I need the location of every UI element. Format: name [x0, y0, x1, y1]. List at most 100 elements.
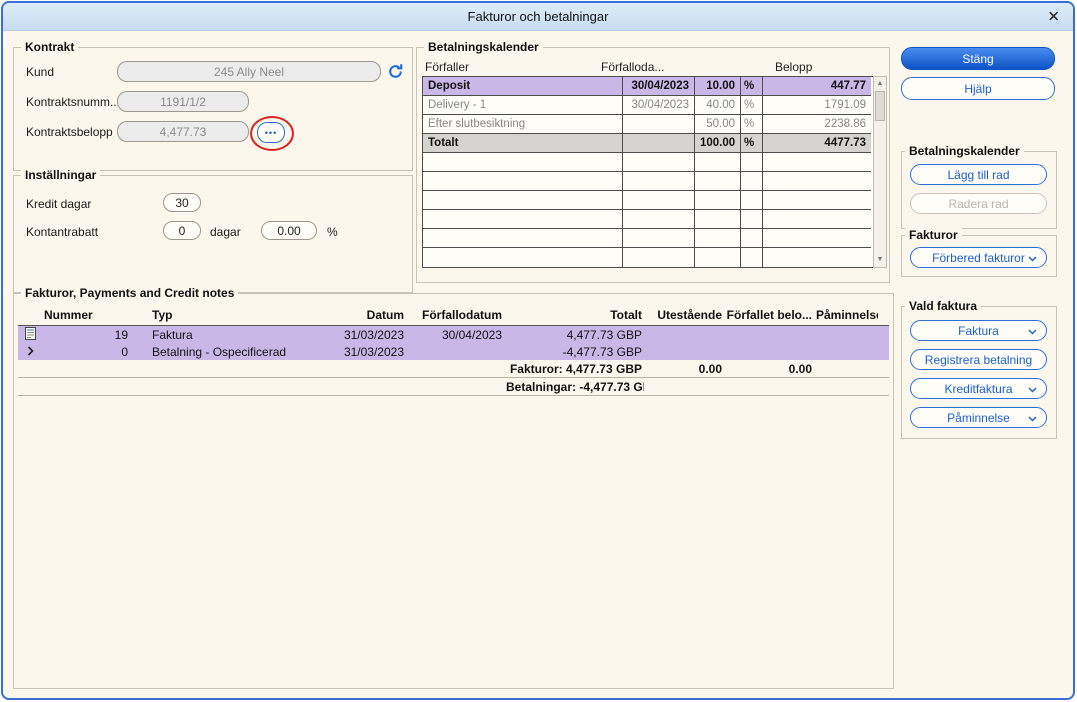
scrollbar-thumb[interactable] [875, 91, 885, 121]
sidebar-fakturor-legend: Fakturor [905, 228, 962, 242]
dagar-label: dagar [210, 225, 241, 239]
radera-rad-label: Radera rad [948, 196, 1009, 211]
chevron-down-icon [1028, 256, 1037, 262]
cell-empty [423, 191, 623, 210]
cell-unit: % [741, 77, 763, 96]
cell-empty [623, 229, 695, 248]
col-header-datum: Datum [366, 308, 404, 322]
radera-rad-button[interactable]: Radera rad [910, 193, 1047, 214]
table-row-empty[interactable] [423, 210, 873, 229]
col-header-nummer: Nummer [44, 308, 93, 322]
stang-label: Stäng [962, 51, 994, 66]
cell-typ: Betalning - Ospecificerad [152, 344, 287, 359]
cell-date [623, 134, 695, 153]
kreditfaktura-button[interactable]: Kreditfaktura [910, 378, 1047, 399]
cell-empty [741, 229, 763, 248]
cell-empty [763, 172, 871, 191]
kredit-dagar-label: Kredit dagar [26, 197, 92, 211]
cell-unit: % [741, 134, 763, 153]
expand-chevron-icon[interactable] [18, 345, 42, 359]
scroll-down-icon[interactable]: ▼ [874, 254, 886, 266]
table-row[interactable]: Efter slutbesiktning 50.00 % 2238.86 [423, 115, 873, 134]
lagg-till-rad-button[interactable]: Lägg till rad [910, 164, 1047, 185]
payment-schedule-table: Deposit 30/04/2023 10.00 % 447.77 Delive… [422, 76, 874, 268]
faktura-button[interactable]: Faktura [910, 320, 1047, 341]
kontantrabatt-procent-field[interactable] [261, 221, 317, 240]
faktura-label: Faktura [958, 323, 999, 338]
kontrakt-group: Kontrakt Kund Kontraktsnumm... Kontrakts… [13, 40, 413, 171]
lagg-till-rad-label: Lägg till rad [947, 167, 1010, 182]
payment-row[interactable]: 0 Betalning - Ospecificerad 31/03/2023 -… [18, 343, 889, 360]
cell-name: Totalt [423, 134, 623, 153]
paminnelse-button[interactable]: Påminnelse [910, 407, 1047, 428]
table-row-empty[interactable] [423, 153, 873, 172]
chevron-down-icon [1028, 387, 1037, 393]
refresh-icon[interactable] [387, 63, 404, 80]
cell-percent: 50.00 [695, 115, 741, 134]
registrera-betalning-label: Registrera betalning [924, 352, 1033, 367]
kontantrabatt-label: Kontantrabatt [26, 225, 99, 239]
forbered-fakturor-button[interactable]: Förbered fakturor [910, 247, 1047, 268]
cell-empty [763, 229, 871, 248]
col-icon-spacer [18, 308, 42, 322]
cell-name: Deposit [423, 77, 623, 96]
cell-percent: 40.00 [695, 96, 741, 115]
col-header-utestaende: Utestående [657, 308, 722, 322]
summary-forfallet: 0.00 [788, 361, 812, 376]
kund-field[interactable] [117, 61, 381, 82]
table-scrollbar[interactable]: ▲ ▼ [873, 76, 887, 268]
stang-button[interactable]: Stäng [901, 47, 1055, 70]
hjalp-button[interactable]: Hjälp [901, 77, 1055, 100]
table-row[interactable]: Deposit 30/04/2023 10.00 % 447.77 [423, 77, 873, 96]
cell-empty [741, 153, 763, 172]
table-row-empty[interactable] [423, 172, 873, 191]
table-row-empty[interactable] [423, 229, 873, 248]
vald-faktura-group: Vald faktura Faktura Registrera betalnin… [901, 299, 1057, 439]
table-row-total[interactable]: Totalt 100.00 % 4477.73 [423, 134, 873, 153]
col-header-belopp: Belopp [775, 60, 813, 74]
chevron-down-icon [1028, 416, 1037, 422]
cell-name: Efter slutbesiktning [423, 115, 623, 134]
dialog-window: Fakturor och betalningar ✕ Kontrakt Kund… [1, 1, 1075, 700]
table-row-empty[interactable] [423, 248, 873, 267]
summary-utestaende: 0.00 [698, 361, 722, 376]
summary-fakturor-total: Fakturor: 4,477.73 GBP [509, 361, 642, 376]
sidebar-betalningskalender-legend: Betalningskalender [905, 144, 1024, 158]
table-row[interactable]: Delivery - 1 30/04/2023 40.00 % 1791.09 [423, 96, 873, 115]
cell-empty [763, 191, 871, 210]
kontraktsnummer-field[interactable] [117, 91, 249, 112]
invoice-row[interactable]: 19 Faktura 31/03/2023 30/04/2023 4,477.7… [18, 326, 889, 343]
cell-datum: 31/03/2023 [343, 327, 404, 342]
col-header-forfallodatum: Förfalloda... [601, 60, 665, 74]
kontraktsbelopp-field[interactable] [117, 121, 249, 142]
cell-datum: 31/03/2023 [343, 344, 404, 359]
cell-totalt: 4,477.73 GBP [566, 327, 642, 342]
cell-empty [695, 229, 741, 248]
invoices-legend: Fakturor, Payments and Credit notes [21, 286, 239, 300]
invoices-group: Fakturor, Payments and Credit notes Numm… [13, 286, 894, 689]
table-row-empty[interactable] [423, 191, 873, 210]
paminnelse-label: Påminnelse [947, 410, 1010, 425]
registrera-betalning-button[interactable]: Registrera betalning [910, 349, 1047, 370]
cell-percent: 100.00 [695, 134, 741, 153]
cell-amount: 2238.86 [763, 115, 871, 134]
close-icon[interactable]: ✕ [1047, 9, 1060, 24]
titlebar: Fakturor och betalningar ✕ [3, 3, 1073, 31]
betalningskalender-legend: Betalningskalender [424, 40, 543, 54]
cell-percent: 10.00 [695, 77, 741, 96]
cell-amount: 1791.09 [763, 96, 871, 115]
cell-unit: % [741, 96, 763, 115]
cell-date: 30/04/2023 [623, 77, 695, 96]
ellipsis-button[interactable]: ••• [257, 122, 285, 143]
scroll-up-icon[interactable]: ▲ [874, 78, 886, 90]
cell-empty [695, 172, 741, 191]
cell-empty [623, 210, 695, 229]
cell-typ: Faktura [152, 327, 193, 342]
kredit-dagar-field[interactable] [163, 193, 201, 212]
sidebar-betalningskalender-group: Betalningskalender Lägg till rad Radera … [901, 144, 1057, 229]
col-header-forfallet-belopp: Förfallet belo... [726, 308, 812, 322]
col-header-paminnelse: Påminnelse [816, 308, 878, 322]
cell-empty [623, 248, 695, 267]
cell-empty [623, 172, 695, 191]
kontantrabatt-dagar-field[interactable] [163, 221, 201, 240]
